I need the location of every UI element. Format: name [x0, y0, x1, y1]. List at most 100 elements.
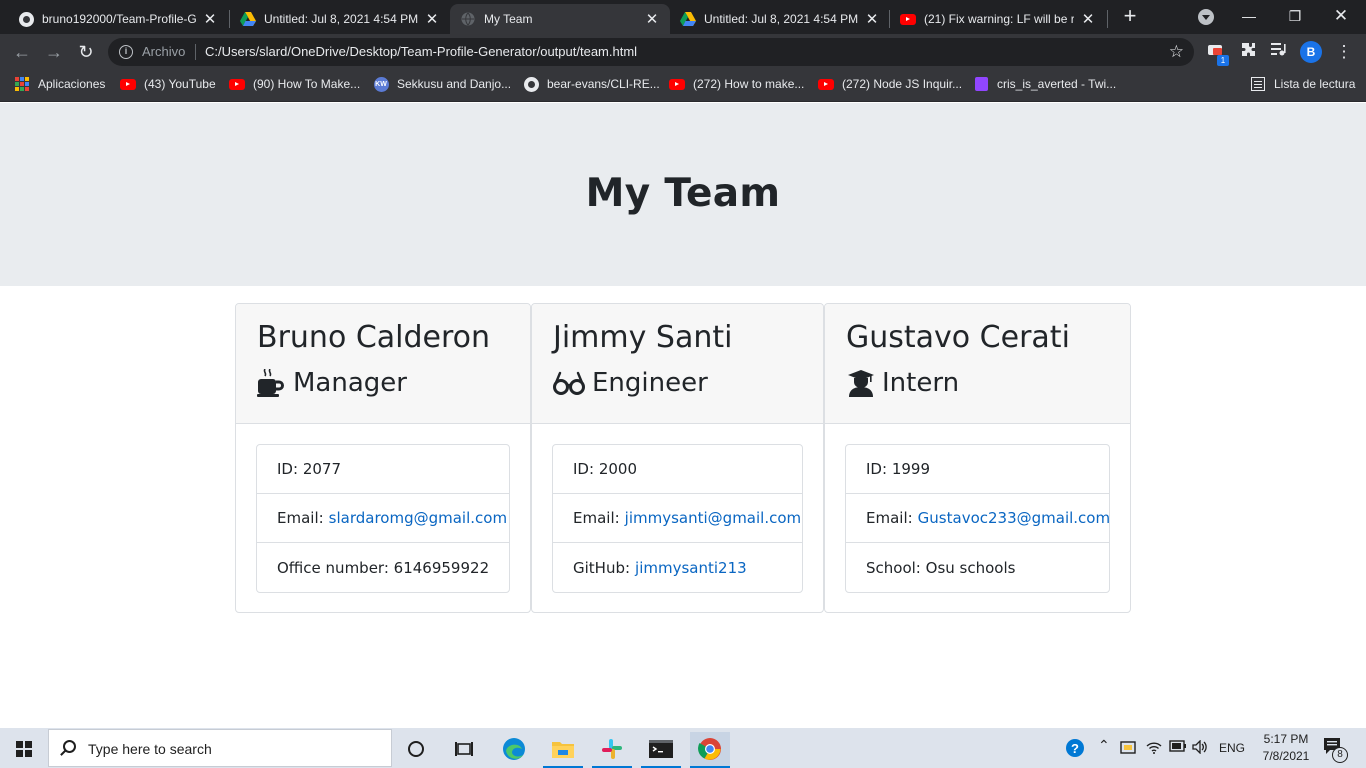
- scheme-label: Archivo: [142, 44, 186, 59]
- reading-list-icon: [1250, 76, 1266, 92]
- window-close-icon[interactable]: ✕: [1318, 0, 1364, 32]
- notification-count: 8: [1332, 747, 1348, 763]
- twitch-icon: [973, 76, 989, 92]
- details-list: ID: 2077 Email: slardaromg@gmail.com Offi…: [256, 444, 510, 593]
- reading-list[interactable]: Lista de lectura: [1250, 70, 1355, 98]
- detail-label: GitHub:: [573, 558, 631, 577]
- bookmark-sekkusu[interactable]: KW Sekkusu and Danjo...: [373, 70, 511, 98]
- file-explorer-icon[interactable]: [543, 732, 583, 768]
- tab-youtube[interactable]: (21) Fix warning: LF will be replaced ✕: [890, 4, 1106, 34]
- tab-title: My Team: [484, 12, 533, 26]
- cortana-icon[interactable]: [396, 732, 436, 766]
- card-header: Gustavo Cerati Intern: [825, 304, 1130, 424]
- chevron-up-icon[interactable]: ⌃: [1098, 737, 1110, 754]
- security-icon[interactable]: [1120, 740, 1138, 759]
- detail-label: Email:: [277, 509, 324, 527]
- svg-text:?: ?: [1071, 741, 1079, 756]
- bookmark-star-icon[interactable]: ☆: [1169, 42, 1184, 62]
- battery-icon[interactable]: [1169, 740, 1187, 755]
- terminal-icon[interactable]: [641, 732, 681, 768]
- google-drive-icon: [680, 11, 696, 27]
- bookmark-youtube[interactable]: (43) YouTube: [120, 70, 216, 98]
- back-arrow-icon[interactable]: ←: [10, 40, 34, 64]
- bookmark-label: (43) YouTube: [144, 77, 216, 91]
- tab-title: (21) Fix warning: LF will be replaced: [924, 12, 1074, 26]
- restore-icon[interactable]: ❐: [1272, 0, 1318, 32]
- clock-time: 5:17 PM: [1263, 732, 1309, 746]
- tab-drive-2[interactable]: Untitled: Jul 8, 2021 4:54 PM.webm ✕: [670, 4, 890, 34]
- volume-icon[interactable]: [1192, 739, 1208, 757]
- youtube-icon: [669, 76, 685, 92]
- new-tab-button[interactable]: +: [1118, 4, 1142, 30]
- help-icon[interactable]: ?: [1065, 738, 1085, 761]
- close-icon[interactable]: ✕: [424, 10, 440, 28]
- taskbar-search-box[interactable]: Type here to search: [48, 729, 392, 767]
- tab-drive-1[interactable]: Untitled: Jul 8, 2021 4:54 PM.webm ✕: [230, 4, 450, 34]
- details-list: ID: 1999 Email: Gustavoc233@gmail.com Sch…: [845, 444, 1110, 593]
- bookmark-label: bear-evans/CLI-RE...: [547, 77, 660, 91]
- bookmark-apps[interactable]: Aplicaciones: [14, 70, 105, 98]
- email-link[interactable]: jimmysanti@gmail.com: [625, 509, 801, 527]
- windows-start-icon[interactable]: [16, 741, 32, 757]
- puzzle-icon[interactable]: [1238, 42, 1258, 62]
- bookmark-how-to-make-2[interactable]: (272) How to make...: [669, 70, 804, 98]
- taskbar-clock[interactable]: 5:17 PM 7/8/2021: [1256, 731, 1316, 765]
- email-link[interactable]: Gustavoc233@gmail.com: [918, 509, 1110, 527]
- youtube-icon: [120, 76, 136, 92]
- graduate-icon: [846, 369, 876, 397]
- profile-avatar[interactable]: B: [1300, 41, 1322, 63]
- extension-badge: 1: [1217, 55, 1229, 66]
- tab-my-team[interactable]: My Team ✕: [450, 4, 670, 34]
- minimize-icon[interactable]: —: [1226, 0, 1272, 32]
- details-list: ID: 2000 Email: jimmysanti@gmail.com GitH…: [552, 444, 803, 593]
- globe-icon: [460, 11, 476, 27]
- detail-value: 6146959922: [393, 558, 490, 577]
- media-control-icon[interactable]: [1269, 42, 1289, 62]
- bookmark-how-to-make[interactable]: (90) How To Make...: [229, 70, 360, 98]
- reload-icon[interactable]: ↻: [74, 40, 98, 64]
- url-text[interactable]: C:/Users/slard/OneDrive/Desktop/Team-Pro…: [205, 44, 637, 59]
- tab-github[interactable]: bruno192000/Team-Profile-Generator ✕: [8, 4, 228, 34]
- forward-arrow-icon[interactable]: →: [42, 40, 66, 64]
- detail-value: Osu schools: [925, 558, 1016, 577]
- detail-id: ID: 2077: [257, 445, 509, 494]
- detail-label: School:: [866, 558, 921, 577]
- employee-name: Gustavo Cerati: [846, 320, 1070, 355]
- browser-toolbar: ← → ↻ i Archivo C:/Users/slard/OneDrive/…: [0, 34, 1366, 70]
- card-header: Bruno Calderon Manager: [236, 304, 530, 424]
- address-bar[interactable]: i Archivo C:/Users/slard/OneDrive/Deskto…: [108, 38, 1194, 66]
- bookmark-node-inquirer[interactable]: (272) Node JS Inquir...: [818, 70, 962, 98]
- language-indicator[interactable]: ENG: [1219, 741, 1245, 755]
- close-icon[interactable]: ✕: [644, 10, 660, 28]
- search-icon: [63, 740, 76, 753]
- close-icon[interactable]: ✕: [864, 10, 880, 28]
- email-link[interactable]: slardaromg@gmail.com: [329, 509, 507, 527]
- detail-email: Email: jimmysanti@gmail.com: [553, 494, 802, 543]
- bookmark-bear-evans[interactable]: bear-evans/CLI-RE...: [523, 70, 660, 98]
- edge-icon[interactable]: [494, 732, 534, 766]
- detail-label: Email:: [573, 509, 620, 527]
- detail-label: ID:: [573, 460, 595, 478]
- detail-label: ID:: [866, 460, 888, 478]
- bookmark-twitch[interactable]: cris_is_averted - Twi...: [973, 70, 1116, 98]
- slack-icon[interactable]: [592, 732, 632, 768]
- info-icon[interactable]: i: [119, 45, 133, 59]
- employee-card-intern: Gustavo Cerati Intern ID: 1999 Email: Gus…: [824, 303, 1131, 613]
- chrome-icon[interactable]: [690, 732, 730, 768]
- site-icon: KW: [373, 76, 389, 92]
- employee-name: Bruno Calderon: [257, 320, 491, 355]
- tab-title: Untitled: Jul 8, 2021 4:54 PM.webm: [704, 12, 858, 26]
- close-icon[interactable]: ✕: [202, 10, 218, 28]
- role-label: Intern: [882, 368, 960, 398]
- bookmarks-bar: Aplicaciones (43) YouTube (90) How To Ma…: [0, 70, 1366, 102]
- detail-email: Email: Gustavoc233@gmail.com: [846, 494, 1110, 543]
- jumbotron: My Team: [0, 103, 1366, 286]
- task-view-icon[interactable]: [444, 732, 484, 766]
- github-link[interactable]: jimmysanti213: [635, 559, 747, 577]
- bookmark-label: Sekkusu and Danjo...: [397, 77, 512, 91]
- tab-search-icon[interactable]: [1198, 9, 1214, 25]
- close-icon[interactable]: ✕: [1080, 10, 1096, 28]
- tab-separator: [1107, 10, 1108, 28]
- menu-kebab-icon[interactable]: ⋮: [1334, 42, 1354, 62]
- wifi-icon[interactable]: [1146, 740, 1162, 757]
